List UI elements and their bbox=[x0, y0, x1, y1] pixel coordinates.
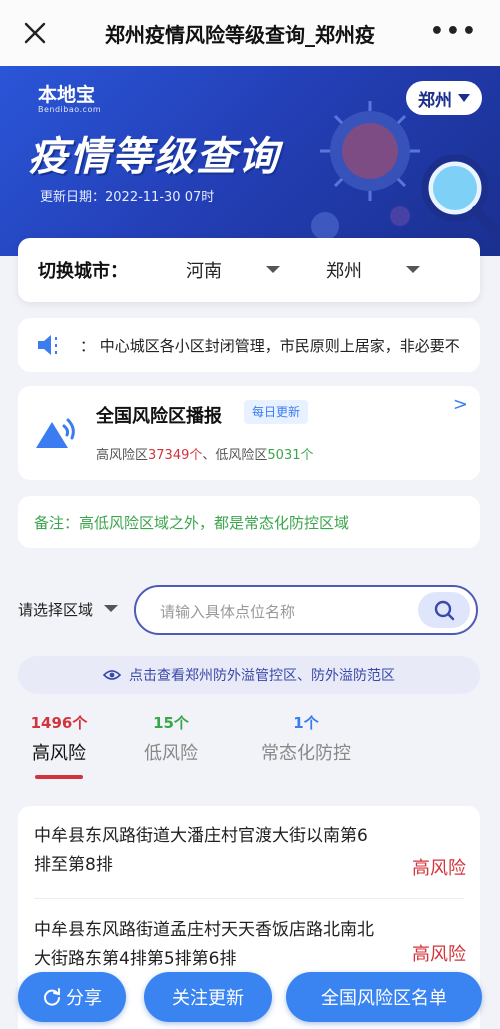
broadcast-title: 全国风险区播报 bbox=[96, 406, 222, 427]
daily-update-badge: 每日更新 bbox=[244, 400, 309, 424]
tab-normal-control[interactable]: 1个 常态化防控 bbox=[254, 712, 358, 765]
brand-logo: 本地宝 Bendibao.com bbox=[38, 84, 102, 114]
city-switch-card: 切换城市： 河南 郑州 bbox=[18, 238, 480, 302]
chevron-down-icon bbox=[104, 605, 118, 612]
share-icon bbox=[44, 988, 60, 1006]
tab-high-risk[interactable]: 1496个 高风险 bbox=[28, 712, 90, 779]
filter-row: 请选择区域 请输入具体点位名称 bbox=[0, 580, 500, 640]
divider bbox=[34, 898, 464, 899]
speaker-icon bbox=[38, 335, 57, 355]
risk-count-summary: 高风险区37349个、低风险区5031个 bbox=[96, 448, 314, 463]
province-select[interactable]: 河南 bbox=[186, 257, 222, 283]
region-select[interactable]: 请选择区域 bbox=[18, 599, 93, 620]
title-bar: 郑州疫情风险等级查询_郑州疫 ••• bbox=[0, 0, 500, 66]
remark-card: 备注：高低风险区域之外，都是常态化防控区域 bbox=[18, 496, 480, 548]
national-risk-broadcast[interactable]: 全国风险区播报 每日更新 > 高风险区37349个、低风险区5031个 bbox=[18, 386, 480, 480]
risk-tabs: 1496个 高风险 15个 低风险 1个 常态化防控 bbox=[0, 712, 500, 792]
national-risk-list-button[interactable]: 全国风险区名单 bbox=[286, 972, 482, 1022]
chevron-right-icon: > bbox=[452, 394, 468, 415]
bottom-action-bar: 分享 关注更新 全国风险区名单 bbox=[0, 960, 500, 1029]
chevron-down-icon bbox=[458, 94, 470, 102]
location-search[interactable]: 请输入具体点位名称 bbox=[134, 585, 478, 635]
remark-text: 备注：高低风险区域之外，都是常态化防控区域 bbox=[34, 514, 350, 532]
overflow-control-link[interactable]: 点击查看郑州防外溢管控区、防外溢防范区 bbox=[18, 656, 480, 694]
close-icon[interactable] bbox=[22, 20, 48, 46]
banner-title: 疫情等级查询 bbox=[28, 134, 280, 180]
follow-updates-button[interactable]: 关注更新 bbox=[144, 972, 272, 1022]
notice-bar[interactable]: ： 中心城区各小区封闭管理，市民原则上居家，非必要不 bbox=[18, 318, 480, 372]
share-button[interactable]: 分享 bbox=[18, 972, 126, 1022]
search-input[interactable]: 请输入具体点位名称 bbox=[160, 601, 295, 622]
switch-city-label: 切换城市： bbox=[38, 261, 128, 282]
update-date: 更新日期：2022-11-30 07时 bbox=[40, 190, 215, 205]
hero-banner: 本地宝 Bendibao.com 疫情等级查询 更新日期：2022-11-30 … bbox=[0, 66, 500, 256]
alert-bell-icon bbox=[36, 418, 75, 448]
eye-icon bbox=[103, 670, 121, 680]
list-item[interactable]: 中牟县东风路街道大潘庄村官渡大街以南第6排至第8排 高风险 bbox=[18, 822, 480, 904]
active-tab-indicator bbox=[35, 775, 83, 779]
area-address: 中牟县东风路街道大潘庄村官渡大街以南第6排至第8排 bbox=[34, 826, 368, 875]
search-icon bbox=[434, 600, 455, 621]
search-button[interactable] bbox=[418, 592, 470, 628]
tab-low-risk[interactable]: 15个 低风险 bbox=[140, 712, 202, 765]
page-title: 郑州疫情风险等级查询_郑州疫 bbox=[105, 23, 375, 47]
chevron-down-icon bbox=[266, 266, 280, 273]
risk-level: 高风险 bbox=[412, 858, 466, 879]
more-options-icon[interactable]: ••• bbox=[430, 21, 478, 43]
city-select[interactable]: 郑州 bbox=[326, 257, 362, 283]
notice-text: ： 中心城区各小区封闭管理，市民原则上居家，非必要不 bbox=[80, 336, 460, 355]
city-dropdown[interactable]: 郑州 bbox=[406, 81, 482, 115]
chevron-down-icon bbox=[406, 266, 420, 273]
